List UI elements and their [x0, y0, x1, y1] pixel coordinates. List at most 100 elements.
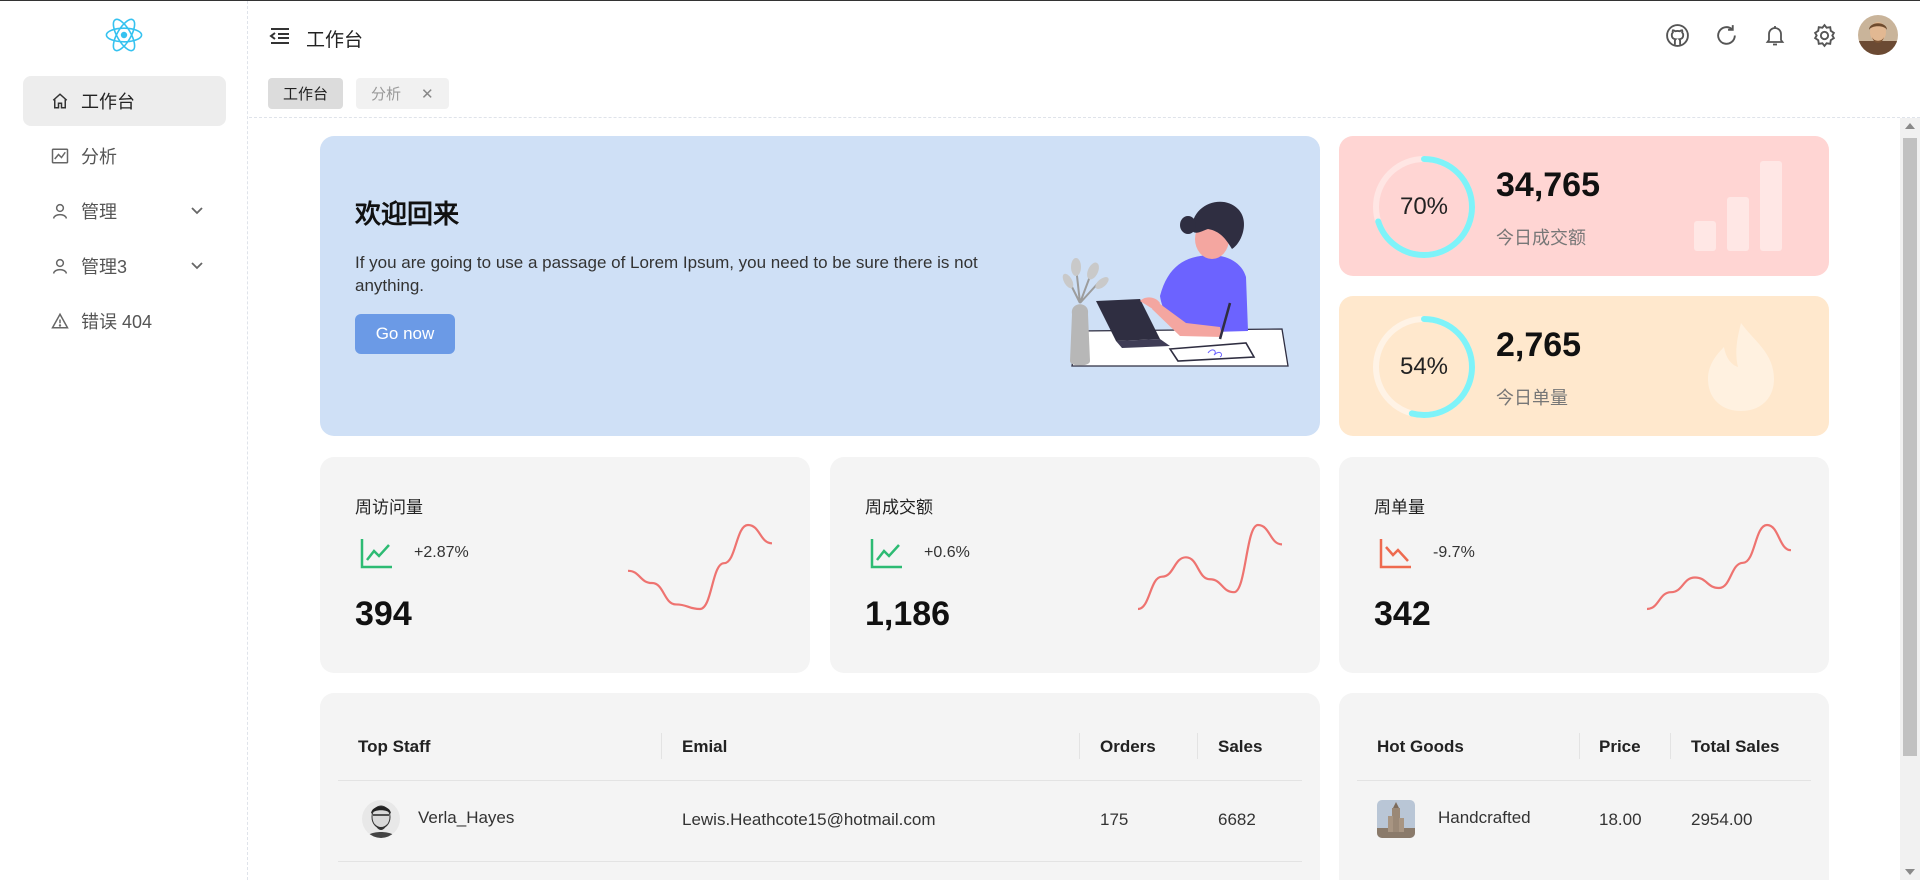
- sidebar-item-label: 分析: [81, 147, 117, 167]
- sidebar-item-label: 工作台: [81, 92, 135, 112]
- page-title: 工作台: [306, 30, 364, 51]
- column-header-email: Emial: [682, 737, 728, 756]
- top-staff-table: Top Staff Emial Orders Sales Verla_Hayes…: [320, 693, 1320, 880]
- sidebar-item-label: 管理3: [81, 257, 128, 277]
- tab-bar: 工作台 分析 ✕: [268, 78, 462, 109]
- stat-label: 今日成交额: [1496, 228, 1586, 248]
- row-divider: [338, 780, 1302, 781]
- home-icon: [51, 92, 69, 110]
- staff-sales: 6682: [1218, 810, 1256, 829]
- main-scrollbar[interactable]: [1900, 118, 1920, 880]
- column-header-price: Price: [1599, 737, 1641, 756]
- flame-icon: [1708, 323, 1774, 411]
- column-header-total-sales: Total Sales: [1691, 737, 1780, 756]
- today-orders-card: 54% 2,765 今日单量: [1339, 296, 1829, 436]
- workspace-illustration: [1062, 201, 1289, 367]
- sidebar-item-manage[interactable]: 管理: [23, 186, 226, 236]
- trend-down-icon: [1379, 539, 1411, 569]
- user-avatar[interactable]: [1858, 15, 1898, 55]
- staff-email: Lewis.Heathcote15@hotmail.com: [682, 810, 936, 829]
- scroll-down-arrow-icon[interactable]: [1905, 869, 1915, 875]
- weekly-change: -9.7%: [1433, 544, 1475, 561]
- chevron-down-icon: [191, 262, 203, 270]
- warning-icon: [51, 312, 69, 330]
- welcome-title: 欢迎回来: [355, 199, 460, 229]
- weekly-card-title: 周单量: [1374, 498, 1425, 517]
- stat-value: 2,765: [1496, 326, 1582, 364]
- progress-percent: 54%: [1399, 353, 1449, 380]
- sidebar-item-manage3[interactable]: 管理3: [23, 241, 226, 291]
- sparkline: [627, 523, 773, 611]
- user-icon: [51, 257, 69, 275]
- column-header-goods: Hot Goods: [1377, 737, 1464, 756]
- trend-up-icon: [360, 539, 392, 569]
- column-header-orders: Orders: [1100, 737, 1156, 756]
- weekly-orders-card: 周单量 -9.7% 342: [1339, 457, 1829, 673]
- scroll-up-arrow-icon[interactable]: [1905, 123, 1915, 129]
- hot-goods-table: Hot Goods Price Total Sales Handcrafted …: [1339, 693, 1829, 880]
- header-actions: [1642, 15, 1898, 55]
- sidebar-item-label: 错误 404: [81, 312, 153, 332]
- column-separator: [1579, 733, 1580, 759]
- goods-total-sales: 2954.00: [1691, 810, 1753, 829]
- react-logo-icon[interactable]: [104, 15, 144, 55]
- github-icon[interactable]: [1663, 21, 1691, 49]
- goods-price: 18.00: [1599, 810, 1642, 829]
- welcome-description: If you are going to use a passage of Lor…: [355, 253, 978, 295]
- tabs-divider: [249, 117, 1920, 118]
- weekly-change: +2.87%: [414, 544, 469, 561]
- sidebar-menu: 工作台 分析 管理 管理3 错误 404: [23, 76, 226, 351]
- sparkline-path: [627, 523, 773, 611]
- sidebar-item-analysis[interactable]: 分析: [23, 131, 226, 181]
- column-header-staff: Top Staff: [358, 737, 431, 756]
- tab-label: 工作台: [283, 86, 329, 103]
- staff-avatar: [362, 800, 400, 838]
- tab-analysis[interactable]: 分析 ✕: [356, 78, 449, 109]
- sidebar: 工作台 分析 管理 管理3 错误 404: [0, 1, 248, 880]
- row-divider: [338, 861, 1302, 862]
- menu-fold-icon[interactable]: [269, 25, 291, 47]
- goods-thumbnail: [1377, 800, 1415, 838]
- column-header-sales: Sales: [1218, 737, 1263, 756]
- weekly-visits-card: 周访问量 +2.87% 394: [320, 457, 810, 673]
- scroll-thumb[interactable]: [1903, 138, 1917, 756]
- stat-value: 34,765: [1496, 166, 1600, 204]
- weekly-revenue-card: 周成交额 +0.6% 1,186: [830, 457, 1320, 673]
- trend-up-icon: [870, 539, 902, 569]
- column-separator: [661, 733, 662, 759]
- staff-orders: 175: [1100, 810, 1129, 829]
- progress-percent: 70%: [1399, 193, 1449, 220]
- chevron-down-icon: [191, 207, 203, 215]
- weekly-change: +0.6%: [924, 544, 970, 561]
- sparkline: [1137, 523, 1283, 611]
- goods-name: Handcrafted: [1438, 808, 1531, 827]
- close-icon[interactable]: ✕: [421, 85, 434, 103]
- sidebar-item-label: 管理: [81, 202, 117, 222]
- tab-dashboard[interactable]: 工作台: [268, 78, 344, 109]
- column-separator: [1079, 733, 1080, 759]
- refresh-icon[interactable]: [1712, 21, 1740, 49]
- user-icon: [51, 202, 69, 220]
- bell-icon[interactable]: [1761, 21, 1789, 49]
- weekly-value: 342: [1374, 595, 1431, 633]
- line-chart-icon: [51, 147, 69, 165]
- welcome-card: 欢迎回来 If you are going to use a passage o…: [320, 136, 1320, 436]
- staff-name: Verla_Hayes: [418, 808, 515, 827]
- gear-icon[interactable]: [1810, 21, 1838, 49]
- top-header: 工作台: [249, 1, 1920, 71]
- column-separator: [1670, 733, 1671, 759]
- weekly-value: 394: [355, 595, 412, 633]
- weekly-value: 1,186: [865, 595, 951, 633]
- sparkline-path: [1137, 523, 1283, 611]
- sidebar-item-error-404[interactable]: 错误 404: [23, 296, 226, 346]
- sidebar-item-dashboard[interactable]: 工作台: [23, 76, 226, 126]
- stat-label: 今日单量: [1496, 388, 1568, 408]
- sparkline: [1646, 523, 1792, 611]
- go-now-button[interactable]: Go now: [355, 314, 455, 354]
- column-separator: [1197, 733, 1198, 759]
- tab-label: 分析: [371, 86, 402, 103]
- today-sales-card: 70% 34,765 今日成交额: [1339, 136, 1829, 276]
- weekly-card-title: 周成交额: [865, 498, 933, 517]
- bar-chart-icon: [1694, 161, 1782, 251]
- row-divider: [1357, 780, 1811, 781]
